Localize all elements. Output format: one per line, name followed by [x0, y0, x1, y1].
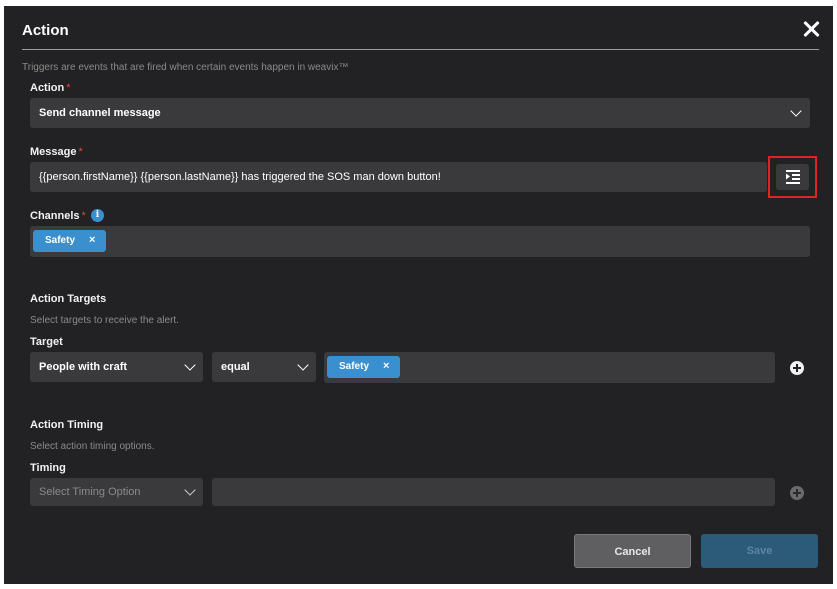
operator-value: equal [221, 361, 250, 373]
message-input-value: {{person.firstName}} {{person.lastName}}… [39, 171, 441, 183]
dialog-description: Triggers are events that are fired when … [22, 62, 349, 73]
required-mark: * [66, 82, 71, 94]
message-input[interactable]: {{person.firstName}} {{person.lastName}}… [30, 162, 767, 192]
save-button[interactable]: Save [701, 534, 818, 568]
highlight-box [768, 156, 817, 198]
operator-select[interactable]: equal [212, 352, 316, 382]
chevron-down-icon [184, 484, 196, 496]
chevron-down-icon [790, 105, 802, 117]
target-values-input[interactable]: Safety × [324, 352, 775, 383]
chevron-down-icon [184, 359, 196, 371]
timing-select[interactable]: Select Timing Option [30, 478, 203, 506]
chip-remove-icon[interactable]: × [383, 360, 389, 372]
chip-label: Safety [45, 235, 76, 246]
chevron-down-icon [297, 359, 309, 371]
info-icon[interactable]: i [91, 209, 104, 222]
targets-heading: Action Targets [30, 293, 107, 305]
message-label: Message * [30, 146, 83, 158]
action-dialog: Action Triggers are events that are fire… [4, 6, 833, 584]
chip-remove-icon[interactable]: × [89, 234, 95, 246]
timing-heading: Action Timing [30, 419, 104, 431]
format-button[interactable] [776, 164, 809, 190]
timing-value-input[interactable] [212, 478, 775, 506]
channel-chip: Safety × [33, 230, 106, 252]
dialog-title: Action [22, 22, 69, 39]
required-mark: * [81, 210, 86, 222]
required-mark: * [78, 146, 83, 158]
timing-label: Timing [30, 462, 66, 474]
title-divider [22, 49, 819, 50]
channels-label: Channels * [30, 210, 86, 222]
add-timing-icon[interactable] [790, 486, 804, 500]
timing-description: Select action timing options. [30, 441, 155, 452]
channels-input[interactable]: Safety × [30, 226, 810, 257]
action-label: Action * [30, 82, 71, 94]
target-chip: Safety × [327, 356, 400, 378]
add-target-icon[interactable] [790, 361, 804, 375]
text-indent-icon [786, 170, 800, 184]
targets-description: Select targets to receive the alert. [30, 315, 179, 326]
target-label: Target [30, 336, 63, 348]
timing-placeholder: Select Timing Option [39, 486, 141, 498]
target-type-select[interactable]: People with craft [30, 352, 203, 382]
chip-label: Safety [339, 361, 370, 372]
cancel-button[interactable]: Cancel [574, 534, 691, 568]
action-select[interactable]: Send channel message [30, 98, 810, 128]
action-select-value: Send channel message [39, 107, 161, 119]
target-type-value: People with craft [39, 361, 128, 373]
close-icon[interactable] [801, 19, 821, 39]
